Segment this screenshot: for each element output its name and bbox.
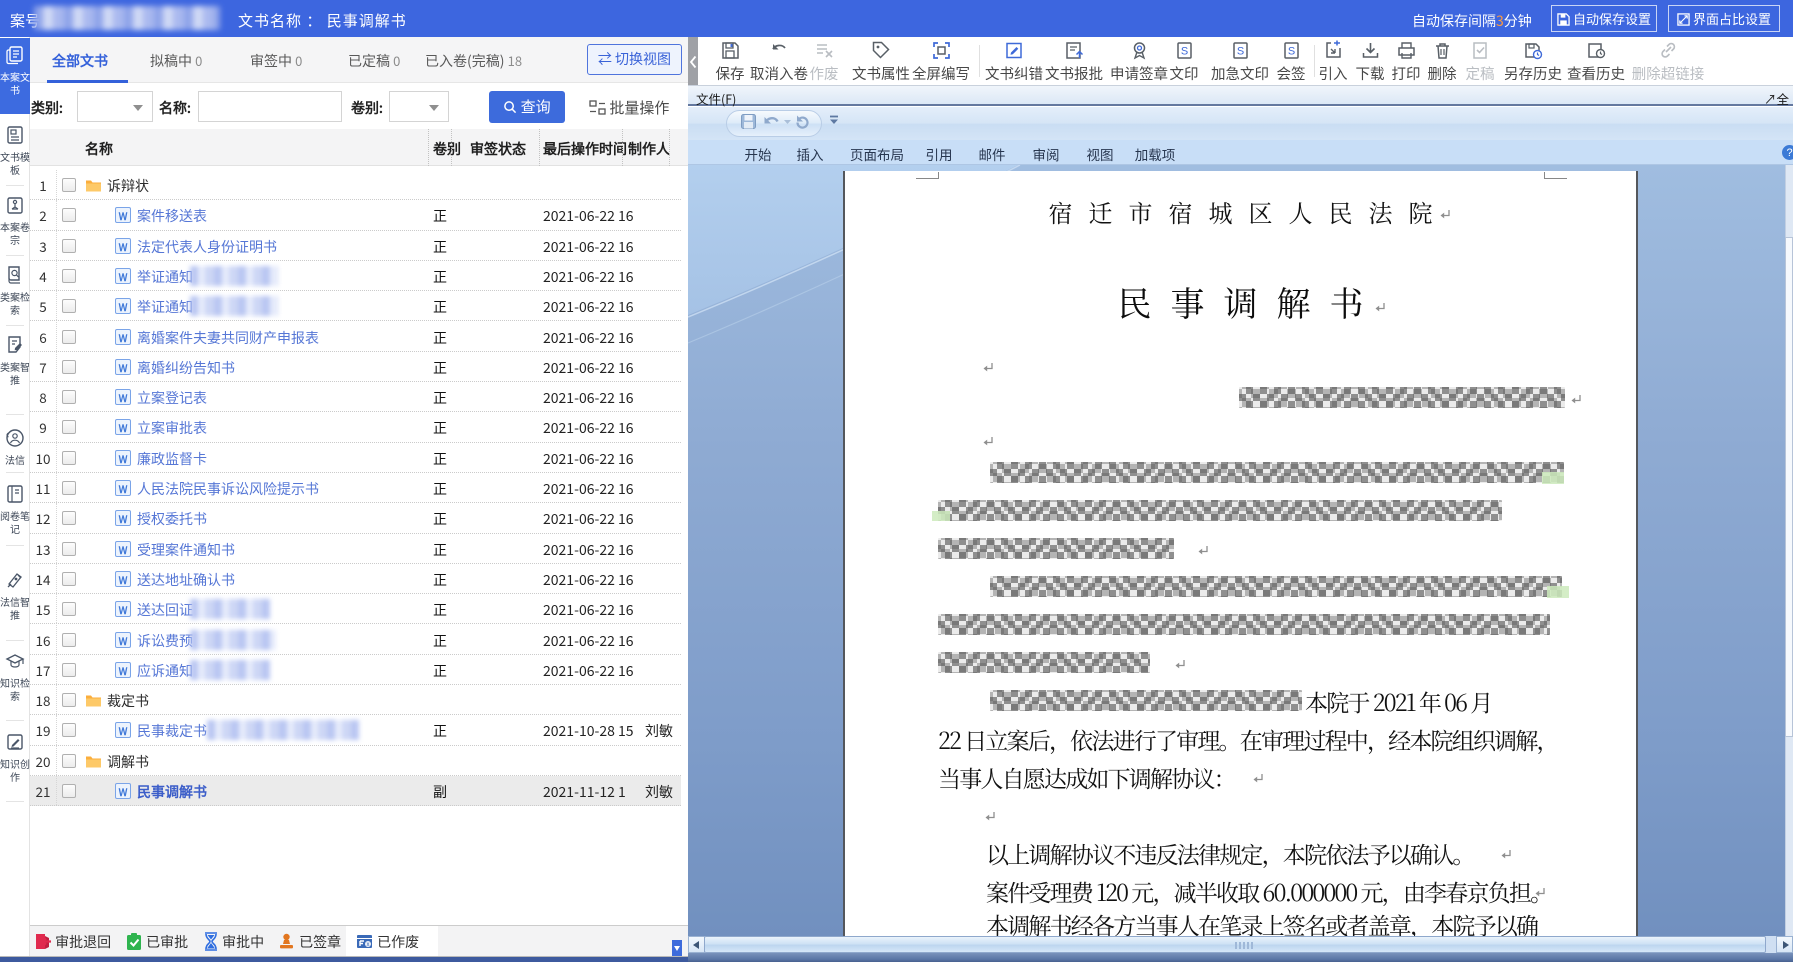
svg-text:S: S [1180,46,1187,58]
svg-text:x: x [367,939,370,948]
svg-text:S: S [1236,46,1243,58]
